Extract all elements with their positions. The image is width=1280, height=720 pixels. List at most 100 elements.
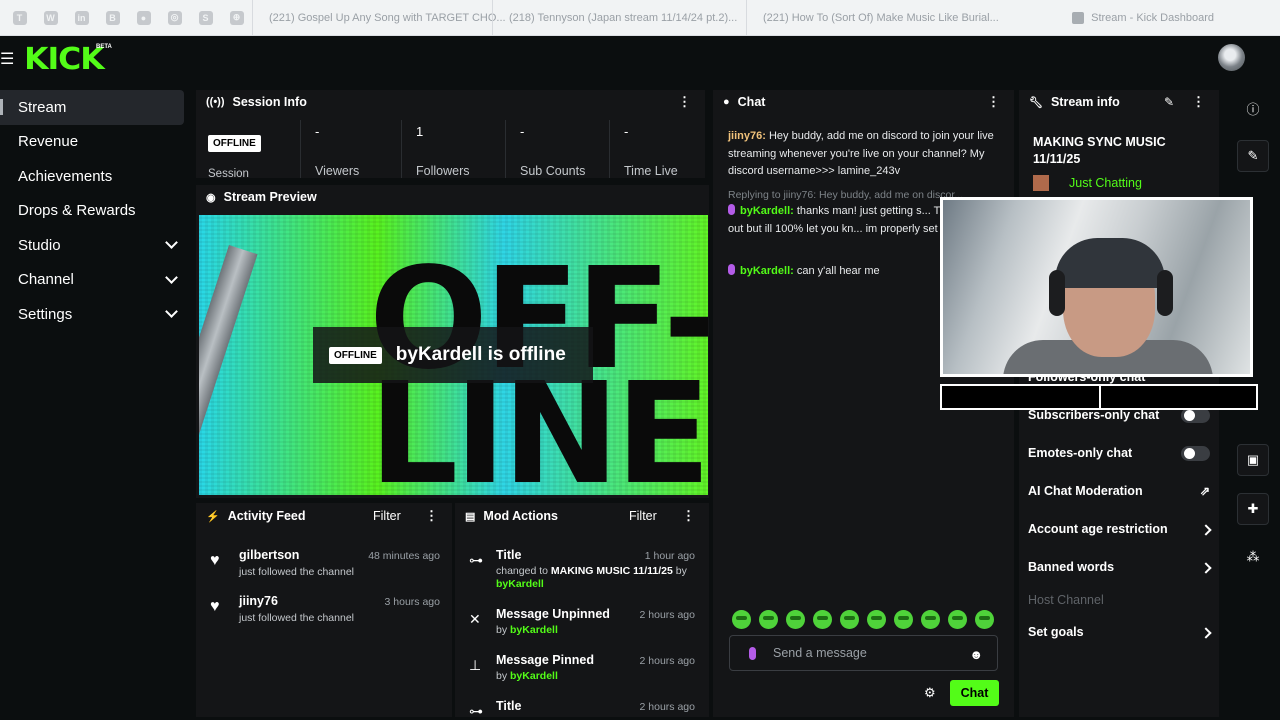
chat-username[interactable]: byKardell: (740, 265, 794, 277)
heart-icon: ♥ (210, 598, 220, 615)
sidebar-item-settings[interactable]: Settings (0, 297, 190, 332)
timestamp: 48 minutes ago (368, 550, 440, 562)
action-name: Message Unpinned (496, 607, 610, 621)
action-detail-by: by (675, 565, 687, 577)
browser-tab[interactable]: (221) How To (Sort Of) Make Music Like B… (746, 0, 999, 35)
pinned-tab[interactable]: T (4, 0, 35, 35)
chat-input[interactable]: Send a message ☻ (729, 635, 998, 671)
pinned-tab[interactable]: W (35, 0, 66, 35)
wrench-icon[interactable]: ✚ (1237, 493, 1269, 525)
chat-username[interactable]: byKardell: (740, 205, 794, 217)
emote-icon[interactable] (759, 610, 778, 629)
browser-tab-active[interactable]: Stream - Kick Dashboard (1062, 0, 1280, 35)
emoji-icon[interactable]: ☻ (969, 647, 983, 662)
more-options-icon[interactable]: ⋮ (682, 509, 695, 522)
tab-title: (218) Tennyson (Japan stream 11/14/24 pt… (509, 11, 738, 24)
send-chat-button[interactable]: Chat (950, 680, 999, 706)
more-options-icon[interactable]: ⋮ (425, 509, 438, 522)
chat-bubble-icon: ● (723, 96, 730, 108)
chat-input-placeholder: Send a message (773, 646, 867, 660)
moderator-name[interactable]: byKardell (496, 578, 544, 590)
pinned-tab[interactable]: B (97, 0, 128, 35)
pinned-tab[interactable]: in (66, 0, 97, 35)
row-label: AI Chat Moderation (1028, 484, 1143, 498)
webcam-caption-bar (940, 384, 1258, 410)
ai-chat-moderation-row[interactable]: AI Chat Moderation ⇗ (1028, 484, 1212, 498)
info-icon[interactable]: ⓘ (1237, 92, 1269, 124)
chevron-down-icon (165, 270, 178, 284)
row-label: Banned words (1028, 560, 1115, 574)
action-name: Title (496, 548, 522, 562)
panel-header: 🔧︎ Stream info (1029, 90, 1120, 114)
chevron-right-icon (1200, 524, 1212, 536)
banned-words-row[interactable]: Banned words (1028, 560, 1212, 574)
sidebar-item-revenue[interactable]: Revenue (0, 125, 190, 160)
subscribers-only-toggle[interactable] (1181, 408, 1210, 423)
more-options-icon[interactable]: ⋮ (987, 95, 1000, 108)
activity-text: just followed the channel (239, 612, 354, 624)
sidebar-item-drops-rewards[interactable]: Drops & Rewards (0, 194, 190, 229)
emote-icon[interactable] (786, 610, 805, 629)
pinned-tab[interactable]: ● (128, 0, 159, 35)
chevron-right-icon (1200, 562, 1212, 574)
title-edit-icon: ⊶ (469, 552, 483, 568)
action-detail-value: MAKING MUSIC 11/11/25 (550, 565, 673, 577)
row-label: Subscribers-only chat (1028, 408, 1160, 422)
sidebar-item-channel[interactable]: Channel (0, 263, 190, 298)
avatar[interactable] (1218, 44, 1245, 71)
stat-value: 1 (416, 124, 424, 139)
session-info-panel: ((•)) Session Info ⋮ OFFLINE Session - Vie… (196, 90, 705, 180)
browser-tab[interactable]: (221) Gospel Up Any Song with TARGET CHO… (252, 0, 506, 35)
action-detail: by byKardell (496, 624, 696, 637)
pinned-tab-icon: ⊕ (229, 10, 244, 25)
sidebar-item-label: Drops & Rewards (18, 202, 136, 220)
gear-icon[interactable]: ⚙ (924, 685, 936, 701)
kick-logo[interactable]: KICK (24, 42, 105, 77)
sidebar-item-label: Settings (18, 305, 73, 323)
follower-name[interactable]: jiiny76 (239, 594, 278, 608)
sidebar-item-studio[interactable]: Studio (0, 228, 190, 263)
pencil-icon[interactable]: ✎ (1164, 95, 1174, 109)
stat-label: Sub Counts (520, 164, 586, 178)
stat-sub-counts: - Sub Counts (505, 120, 607, 178)
emote-icon[interactable] (948, 610, 967, 629)
emote-icon[interactable] (732, 610, 751, 629)
account-age-restriction-row[interactable]: Account age restriction (1028, 522, 1212, 536)
follower-name[interactable]: gilbertson (239, 548, 299, 562)
filter-button[interactable]: Filter (373, 504, 401, 528)
pinned-tab[interactable]: S (190, 0, 221, 35)
app-header: ☰ KICK BETA (0, 36, 1280, 82)
layout-icon[interactable]: ▣ (1237, 444, 1269, 476)
pinned-tab[interactable]: ◎ (159, 0, 190, 35)
edit-icon[interactable]: ✎ (1237, 140, 1269, 172)
stat-value: - (315, 124, 320, 139)
category-link[interactable]: Just Chatting (1069, 176, 1142, 190)
more-options-icon[interactable]: ⋮ (1192, 95, 1205, 108)
mod-actions-panel: ▤ Mod Actions Filter ⋮ ⊶ Title 1 hour ago… (455, 503, 709, 719)
browser-tab[interactable]: (218) Tennyson (Japan stream 11/14/24 pt… (492, 0, 746, 35)
pinned-tab[interactable]: ⊕ (221, 0, 252, 35)
emote-icon[interactable] (867, 610, 886, 629)
more-options-icon[interactable]: ⋮ (678, 95, 691, 108)
action-detail-prefix: changed to (496, 565, 548, 577)
emote-icon[interactable] (921, 610, 940, 629)
sidebar-item-achievements[interactable]: Achievements (0, 159, 190, 194)
emote-icon[interactable] (813, 610, 832, 629)
set-goals-row[interactable]: Set goals (1028, 625, 1212, 639)
moderator-name[interactable]: byKardell (510, 670, 558, 682)
moderator-name[interactable]: byKardell (510, 624, 558, 636)
filter-button[interactable]: Filter (629, 504, 657, 528)
menu-icon[interactable]: ☰ (0, 49, 14, 69)
sidebar-item-label: Achievements (18, 167, 113, 185)
row-label: Host Channel (1028, 593, 1104, 607)
panel-title: Activity Feed (227, 509, 306, 523)
emote-icon[interactable] (975, 610, 994, 629)
sidebar-item-stream[interactable]: Stream (0, 90, 184, 125)
emote-icon[interactable] (894, 610, 913, 629)
emote-icon[interactable] (840, 610, 859, 629)
apps-icon[interactable]: ⁂ (1237, 541, 1269, 573)
session-label: Session (208, 168, 249, 180)
webcam-overlay (940, 197, 1253, 377)
chat-username[interactable]: jiiny76: (728, 130, 766, 142)
emotes-only-toggle[interactable] (1181, 446, 1210, 461)
